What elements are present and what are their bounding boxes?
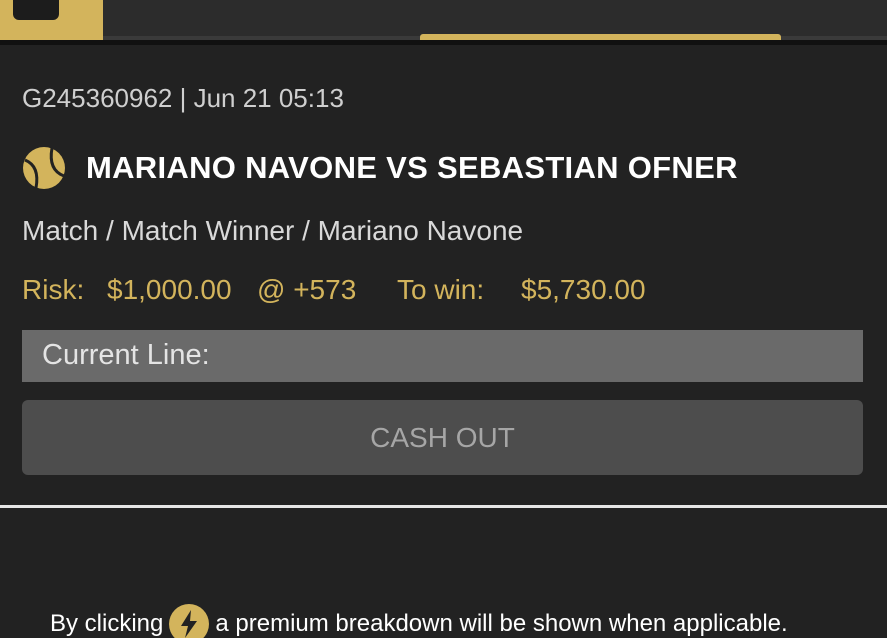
bet-odds: @ +573 (257, 274, 357, 305)
bet-detail-screen: G245360962 | Jun 21 05:13 MARIANO NAVONE… (0, 0, 887, 638)
premium-breakdown-note: By clicking a premium breakdown will be … (50, 604, 788, 638)
bet-id-and-time: G245360962 | Jun 21 05:13 (22, 83, 344, 113)
current-line-label: Current Line: (42, 339, 210, 371)
settings-icon[interactable] (815, 0, 845, 4)
match-header: MARIANO NAVONE VS SEBASTIAN OFNER (22, 146, 738, 190)
footer-text-after: a premium breakdown will be shown when a… (215, 610, 788, 637)
risk-amount: $1,000.00 (107, 274, 232, 305)
top-nav-bar (0, 0, 887, 41)
risk-label: Risk: (22, 274, 85, 305)
to-win-label: To win: (397, 274, 485, 305)
home-tile[interactable] (0, 0, 103, 40)
bet-market: Match / Match Winner / Mariano Navone (22, 215, 524, 246)
cash-out-button[interactable]: CASH OUT (22, 400, 863, 475)
section-divider (0, 505, 887, 508)
home-icon (13, 0, 59, 20)
current-line-bar: Current Line: (22, 330, 863, 382)
to-win-amount: $5,730.00 (521, 274, 646, 305)
nav-icon[interactable] (650, 0, 680, 4)
top-separator (0, 40, 887, 45)
lightning-bolt-icon[interactable] (169, 604, 210, 638)
tennis-ball-icon (23, 147, 65, 189)
match-title: MARIANO NAVONE VS SEBASTIAN OFNER (86, 150, 738, 185)
footer-text-before: By clicking (50, 610, 164, 637)
